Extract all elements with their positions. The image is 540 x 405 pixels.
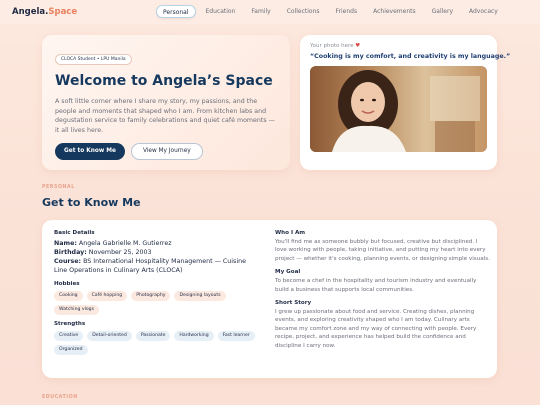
- heart-icon: ♥: [355, 43, 361, 49]
- student-chip: CLOCA Student • LPU Manila: [55, 54, 132, 65]
- hero-description: A soft little corner where I share my st…: [55, 98, 275, 134]
- next-section-kicker: EDUCATION: [42, 395, 78, 400]
- about-left-column: Basic Details Name: Angela Gabrielle M. …: [54, 230, 259, 355]
- nav-item-gallery[interactable]: Gallery: [426, 5, 459, 18]
- short-story-text: I grew up passionate about food and serv…: [275, 309, 477, 349]
- section-title: Get to Know Me: [42, 196, 141, 209]
- birthday-label: Birthday:: [54, 249, 87, 256]
- hobby-tag: Photography: [131, 291, 171, 301]
- nav-item-family[interactable]: Family: [245, 5, 276, 18]
- top-nav: Angela.Space Personal Education Family C…: [0, 0, 540, 24]
- course-value: BS International Hospitality Management …: [54, 258, 246, 274]
- hero-card: CLOCA Student • LPU Manila Welcome to An…: [42, 35, 290, 170]
- name-value: Angela Gabrielle M. Gutierrez: [78, 240, 172, 247]
- brand-name-main: Angela.: [12, 7, 49, 17]
- hero-buttons: Get to Know Me View My Journey: [55, 143, 277, 160]
- course-row: Course: BS International Hospitality Man…: [54, 257, 259, 275]
- photo-label: Your photo here ♥: [310, 43, 487, 49]
- profile-photo-art: [310, 66, 487, 152]
- brand-logo[interactable]: Angela.Space: [12, 7, 77, 17]
- hobby-tag: Designing layouts: [174, 291, 226, 301]
- strength-tag: Detail-oriented: [87, 331, 132, 341]
- course-label: Course:: [54, 258, 82, 265]
- hero-title: Welcome to Angela’s Space: [55, 73, 273, 89]
- who-i-am-heading: Who I Am: [275, 230, 306, 236]
- profile-photo: [310, 66, 487, 152]
- strength-tag: Fast learner: [217, 331, 255, 341]
- view-my-journey-button[interactable]: View My Journey: [130, 143, 203, 160]
- nav-items: Personal Education Family Collections Fr…: [156, 5, 504, 18]
- strengths-list: Creative Detail-oriented Passionate Hard…: [54, 331, 259, 355]
- nav-item-personal[interactable]: Personal: [156, 5, 196, 18]
- short-story-heading: Short Story: [275, 300, 312, 307]
- section-kicker: PERSONAL: [42, 185, 75, 190]
- strength-tag: Organized: [54, 345, 88, 355]
- get-to-know-me-button[interactable]: Get to Know Me: [55, 143, 125, 160]
- photo-quote: “Cooking is my comfort, and creativity i…: [310, 53, 511, 60]
- hobby-tag: Café hopping: [86, 291, 128, 301]
- hobbies-list: Cooking Café hopping Photography Designi…: [54, 291, 259, 315]
- photo-card: Your photo here ♥ “Cooking is my comfort…: [300, 35, 511, 170]
- birthday-row: Birthday: November 25, 2003: [54, 248, 259, 257]
- my-goal-heading: My Goal: [275, 269, 301, 276]
- photo-label-text: Your photo here: [310, 43, 354, 49]
- nav-item-achievements[interactable]: Achievements: [367, 5, 422, 18]
- nav-item-advocacy[interactable]: Advocacy: [463, 5, 504, 18]
- name-label: Name:: [54, 240, 77, 247]
- name-row: Name: Angela Gabrielle M. Gutierrez: [54, 239, 259, 248]
- about-right-column: Who I Am You'll find me as someone bubbl…: [275, 230, 490, 350]
- nav-item-friends[interactable]: Friends: [330, 5, 364, 18]
- hobby-tag: Watching vlogs: [54, 305, 99, 315]
- nav-item-education[interactable]: Education: [200, 5, 242, 18]
- strength-tag: Creative: [54, 331, 84, 341]
- my-goal-text: To become a chef in the hospitality and …: [275, 278, 477, 293]
- hobby-tag: Cooking: [54, 291, 83, 301]
- nav-item-collections[interactable]: Collections: [281, 5, 326, 18]
- strengths-heading: Strengths: [54, 321, 86, 327]
- about-card: Basic Details Name: Angela Gabrielle M. …: [42, 220, 497, 378]
- who-i-am-text: You'll find me as someone bubbly but foc…: [275, 239, 490, 262]
- basic-details-heading: Basic Details: [54, 230, 95, 236]
- hobbies-heading: Hobbies: [54, 281, 80, 287]
- birthday-value: November 25, 2003: [88, 249, 152, 256]
- brand-name-accent: Space: [48, 7, 78, 17]
- strength-tag: Passionate: [135, 331, 171, 341]
- strength-tag: Hardworking: [174, 331, 214, 341]
